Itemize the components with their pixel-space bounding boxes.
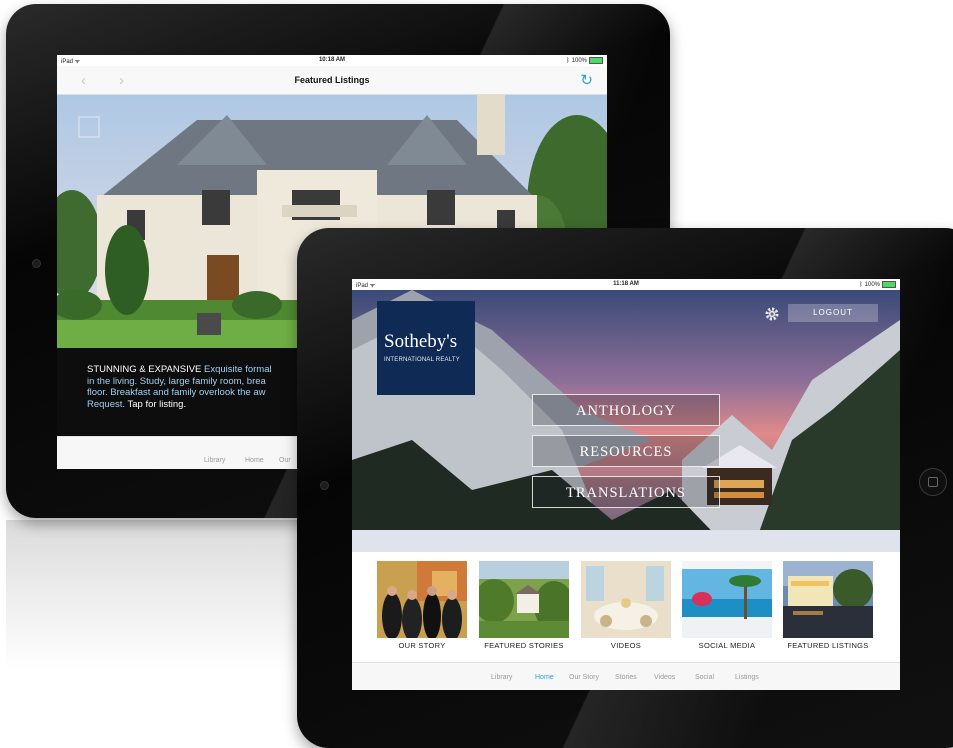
tab-home[interactable]: Home [535,674,554,681]
thumb-our-story[interactable]: OUR STORY [377,561,467,657]
home-screen: iPad ᯤ 11:18 AM ᛒ 100% Sotheby's INTERNA [352,279,900,690]
category-thumbnails: OUR STORY FEATURED STORIES VIDEOS SOCIAL… [352,552,900,662]
featured-listings-image [783,561,873,638]
camera-icon [320,481,329,490]
bluetooth-icon: ᛒ [566,57,570,64]
listing-text-line: floor. Breakfast and family overlook the… [87,387,266,398]
status-time: 10:18 AM [318,57,346,63]
featured-stories-image [479,561,569,638]
gear-icon[interactable] [764,306,780,322]
translations-button[interactable]: TRANSLATIONS [532,476,720,508]
social-media-image [682,561,772,638]
nav-bar: ‹ › Featured Listings ↻ [57,66,607,95]
tab-listings[interactable]: Listings [735,674,759,681]
listing-intro: Exquisite formal [201,364,272,375]
table-reflection [6,520,306,670]
sothebys-logo: Sotheby's INTERNATIONAL REALTY [377,301,475,395]
logout-button[interactable]: LOGOUT [788,304,878,322]
battery-icon [882,281,896,288]
bluetooth-icon: ᛒ [859,281,863,288]
thumb-featured-stories[interactable]: FEATURED STORIES [479,561,569,657]
videos-image [581,561,671,638]
tab-social[interactable]: Social [695,674,714,681]
tab-library[interactable]: Library [491,674,512,681]
thumb-videos[interactable]: VIDEOS [581,561,671,657]
logo-subtitle: INTERNATIONAL REALTY [384,357,460,363]
thumb-label: SOCIAL MEDIA [698,641,756,650]
thumb-featured-listings[interactable]: FEATURED LISTINGS [783,561,873,657]
tab-home[interactable]: Home [245,457,264,464]
thumb-label: FEATURED STORIES [484,641,564,650]
battery-indicator: ᛒ 100% [566,57,603,64]
refresh-icon[interactable]: ↻ [580,71,593,89]
status-bar: iPad ᯤ 10:18 AM ᛒ 100% [57,55,607,66]
status-time: 11:18 AM [613,281,639,287]
tap-hint: Tap for listing. [125,398,187,410]
tab-stories[interactable]: Stories [615,674,637,681]
thumb-social-media[interactable]: SOCIAL MEDIA [682,561,772,657]
camera-icon [32,259,41,268]
tab-library[interactable]: Library [204,457,225,464]
tab-videos[interactable]: Videos [654,674,675,681]
logo-name: Sotheby's [384,331,458,352]
page-title: Featured Listings [294,75,370,85]
listing-text-line: in the living. Study, large family room,… [87,375,266,387]
thumb-label: OUR STORY [398,641,446,650]
home-button-icon[interactable] [919,468,947,496]
status-bar: iPad ᯤ 11:18 AM ᛒ 100% [352,279,900,290]
thumb-label: FEATURED LISTINGS [787,641,869,650]
tab-our-story[interactable]: Our Story [569,674,599,681]
our-story-image [377,561,467,638]
battery-indicator: ᛒ 100% [859,281,896,288]
listing-headline: STUNNING & EXPANSIVE [87,364,202,375]
anthology-button[interactable]: ANTHOLOGY [532,394,720,426]
battery-icon [589,57,603,64]
request-link[interactable]: Request. [87,399,125,410]
tab-bar: Library Home Our Story Stories Videos So… [352,662,900,690]
resources-button[interactable]: RESOURCES [532,435,720,467]
tab-our-story[interactable]: Our [279,457,291,464]
thumb-label: VIDEOS [610,641,642,650]
